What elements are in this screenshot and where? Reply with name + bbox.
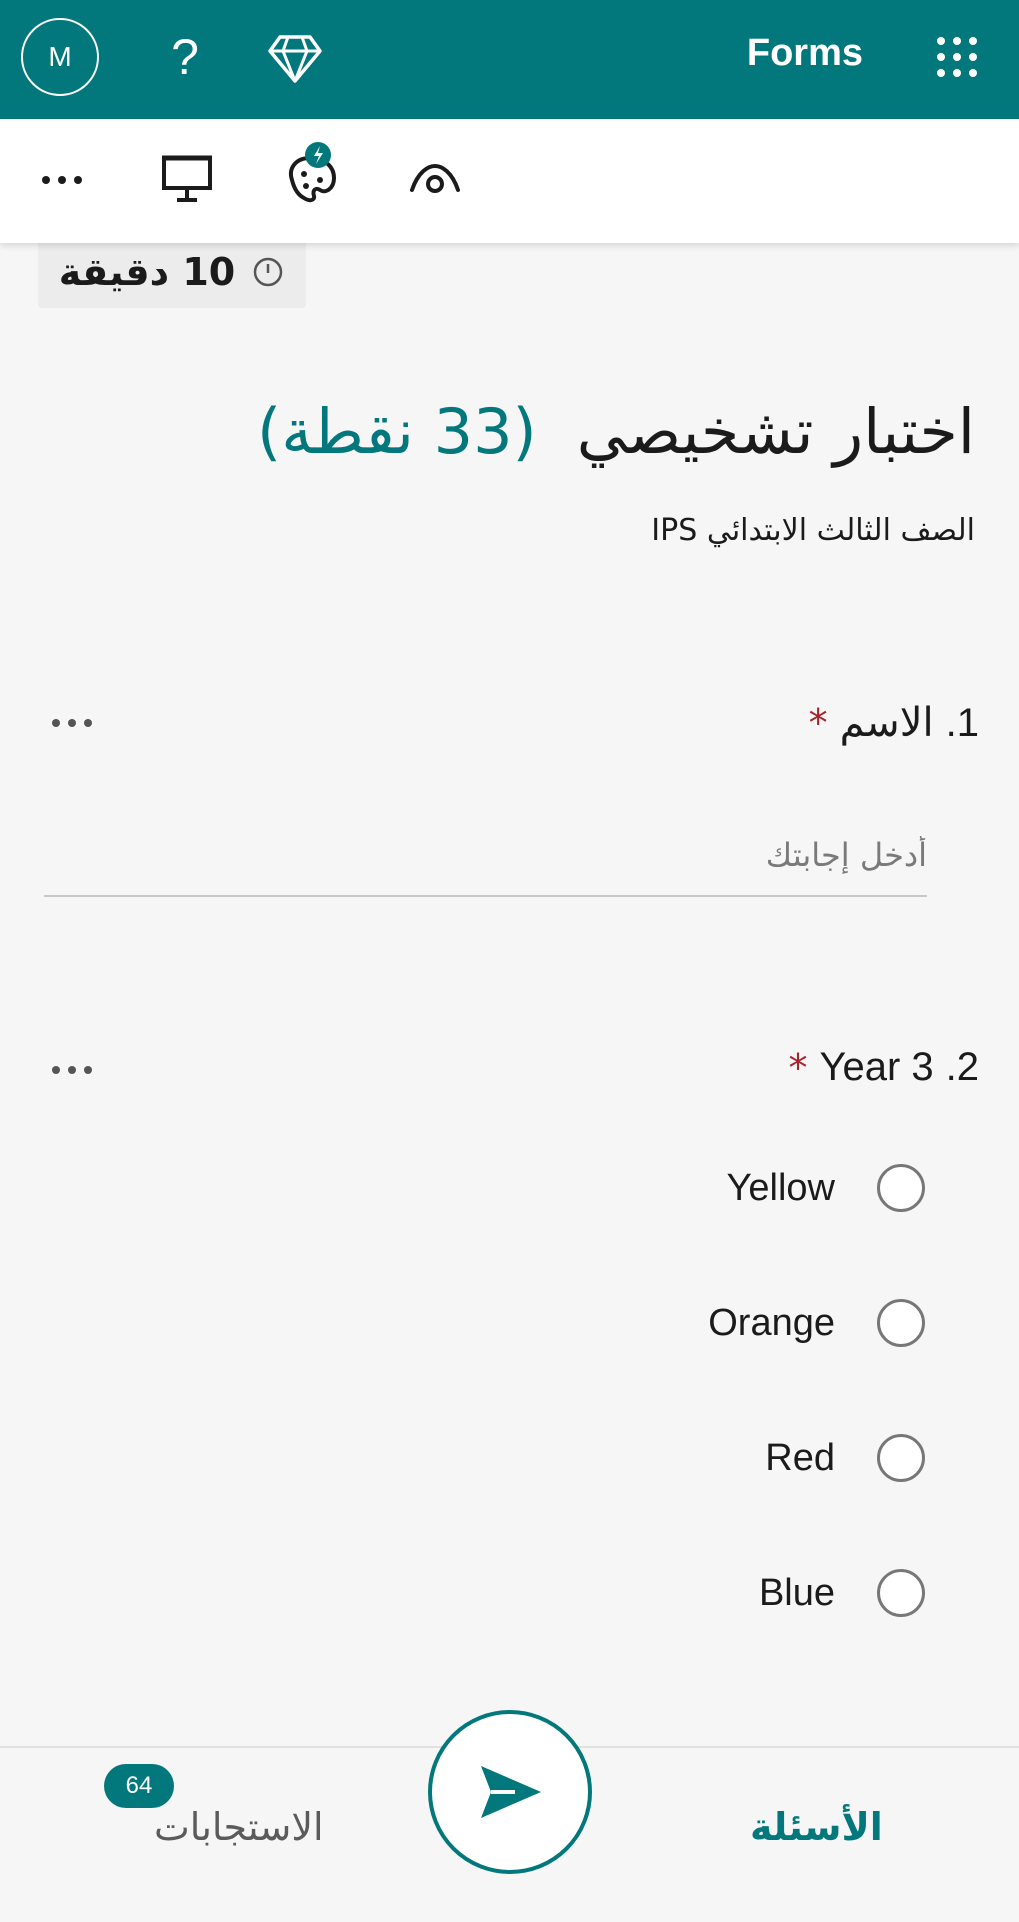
question-2-title: 2. Year 3 * xyxy=(788,1045,979,1090)
user-avatar[interactable]: M xyxy=(21,18,99,96)
question-text: Year 3 xyxy=(819,1045,934,1089)
form-title: اختبار تشخيصي xyxy=(576,395,975,468)
option-yellow[interactable]: Yellow xyxy=(727,1164,925,1212)
radio-button[interactable] xyxy=(877,1569,925,1617)
question-more-icon[interactable] xyxy=(50,1063,94,1077)
option-blue[interactable]: Blue xyxy=(759,1569,925,1617)
form-header: اختبار تشخيصي (33 نقطة) xyxy=(257,395,975,468)
app-header xyxy=(0,0,1019,119)
diamond-icon[interactable] xyxy=(268,33,322,85)
help-icon[interactable]: ? xyxy=(165,26,205,88)
option-label: Blue xyxy=(758,1571,835,1614)
tab-responses[interactable]: الاستجابات xyxy=(154,1805,324,1849)
question-more-icon[interactable] xyxy=(50,716,94,730)
avatar-initial: M xyxy=(48,41,72,72)
option-orange[interactable]: Orange xyxy=(708,1299,925,1347)
send-icon xyxy=(481,1766,541,1818)
form-toolbar xyxy=(0,119,1019,243)
app-launcher-icon[interactable] xyxy=(935,35,979,79)
timer-chip: 10 دقيقة xyxy=(38,236,306,308)
form-points: (33 نقطة) xyxy=(257,395,537,468)
option-label: Orange xyxy=(708,1301,835,1344)
clock-icon xyxy=(253,257,283,287)
radio-button[interactable] xyxy=(877,1164,925,1212)
option-red[interactable]: Red xyxy=(765,1434,925,1482)
name-answer-input[interactable] xyxy=(44,815,927,897)
option-label: Yellow xyxy=(726,1166,835,1209)
option-label: Red xyxy=(765,1436,835,1479)
app-title: Forms xyxy=(746,32,863,74)
present-icon[interactable] xyxy=(160,154,214,206)
tab-questions[interactable]: الأسئلة xyxy=(750,1805,883,1849)
form-subtitle: الصف الثالث الابتدائي IPS xyxy=(651,513,975,548)
question-1-title: 1. الاسم * xyxy=(809,700,979,746)
send-button[interactable] xyxy=(428,1710,592,1874)
responses-count-badge: 64 xyxy=(104,1764,174,1808)
question-number: 1. xyxy=(945,700,979,745)
timer-value: 10 دقيقة xyxy=(58,250,236,294)
radio-button[interactable] xyxy=(877,1299,925,1347)
more-icon[interactable] xyxy=(38,160,88,200)
required-mark: * xyxy=(808,701,828,745)
question-number: 2. xyxy=(945,1045,979,1089)
theme-palette-icon[interactable] xyxy=(282,140,342,206)
question-text: الاسم xyxy=(839,700,934,746)
preview-eye-icon[interactable] xyxy=(408,160,462,196)
radio-button[interactable] xyxy=(877,1434,925,1482)
required-mark: * xyxy=(788,1045,808,1090)
